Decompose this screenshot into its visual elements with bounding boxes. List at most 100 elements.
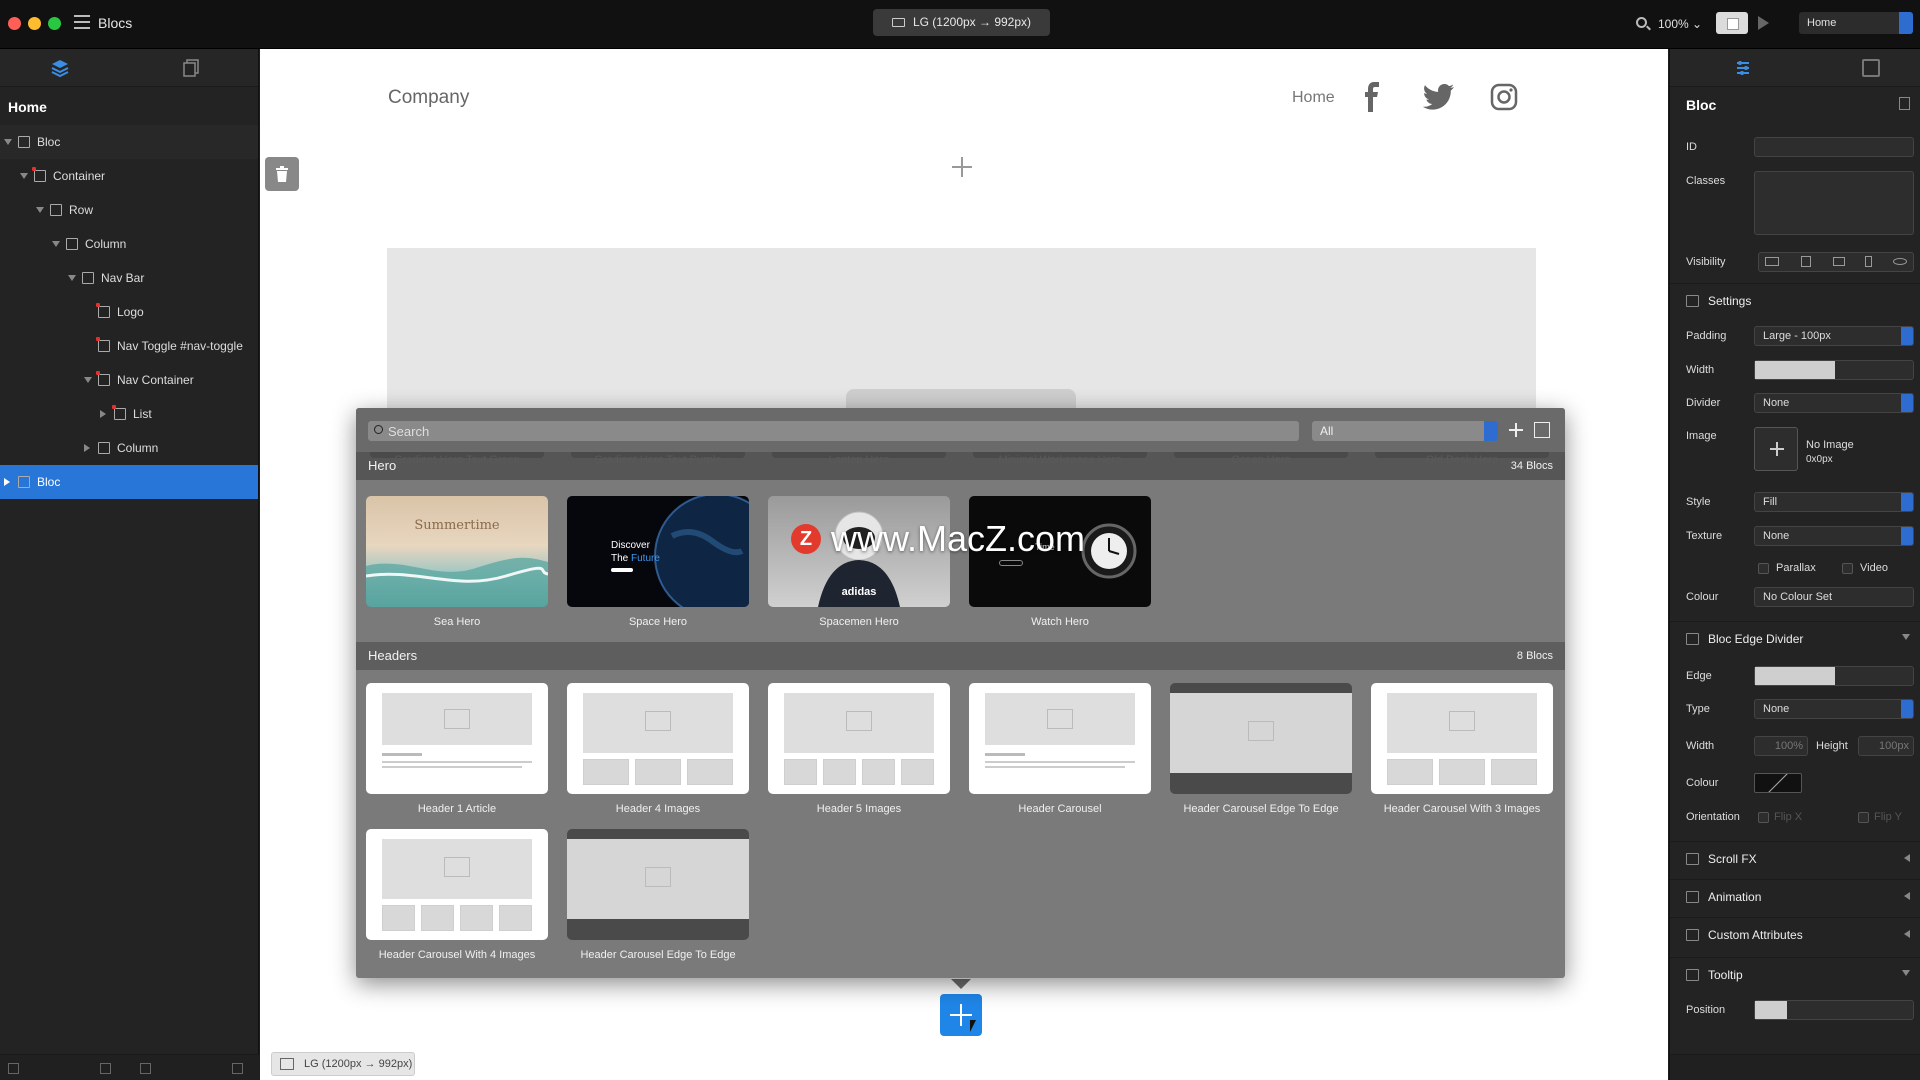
trash-icon[interactable] (1899, 97, 1910, 110)
id-input[interactable] (1754, 137, 1914, 157)
classes-input[interactable] (1754, 171, 1914, 235)
search-icon[interactable] (1636, 17, 1647, 28)
padding-select[interactable]: Large - 100px (1754, 326, 1914, 346)
row-icon[interactable] (140, 1063, 151, 1074)
layer-tree-item[interactable]: Logo (0, 295, 258, 329)
disclosure-open-icon[interactable] (68, 275, 76, 281)
tooltip-position-right[interactable] (1883, 1001, 1915, 1019)
settings-section-header[interactable]: Settings (1670, 283, 1920, 317)
bloc-card-header[interactable]: Header 4 Images (567, 683, 749, 815)
disclosure-closed-icon[interactable] (84, 444, 90, 452)
desktop-icon[interactable] (1765, 257, 1779, 266)
disclosure-open-icon[interactable] (4, 139, 12, 145)
width-toggle[interactable] (1754, 360, 1914, 380)
eye-icon[interactable] (1893, 258, 1907, 265)
list-view-icon[interactable] (1534, 422, 1550, 438)
layer-tree-item[interactable]: Container (0, 159, 258, 193)
breakpoint-badge[interactable]: LG (1200px → 992px) (271, 1052, 415, 1076)
tooltip-section-header[interactable]: Tooltip (1670, 957, 1920, 991)
window-maximize-button[interactable] (48, 17, 61, 30)
bloc-card-header[interactable]: Header Carousel With 3 Images (1371, 683, 1553, 815)
zoom-select[interactable]: 100% ⌄ (1658, 17, 1702, 31)
add-bloc-icon[interactable] (950, 155, 974, 179)
type-select[interactable]: None (1754, 699, 1914, 719)
tooltip-position-bottom[interactable] (1819, 1001, 1851, 1019)
layer-tree-item[interactable]: Row (0, 193, 258, 227)
bloc-card-header[interactable]: Header 1 Article (366, 683, 548, 815)
disclosure-open-icon[interactable] (36, 207, 44, 213)
stop-preview-button[interactable] (1716, 12, 1748, 34)
play-icon[interactable] (1758, 16, 1769, 30)
edge-top-option[interactable] (1755, 667, 1835, 685)
divider-colour-swatch[interactable] (1754, 773, 1802, 793)
layer-tree-item[interactable]: Column (0, 431, 258, 465)
image-picker[interactable] (1754, 427, 1798, 471)
animation-section-header[interactable]: Animation (1670, 879, 1920, 913)
disclosure-open-icon[interactable] (84, 377, 92, 383)
bloc-card-header[interactable]: Header Carousel With 4 Images (366, 829, 548, 961)
disclosure-open-icon[interactable] (20, 173, 28, 179)
bloc-card-header[interactable]: Header Carousel Edge To Edge (567, 829, 749, 961)
tablet-icon[interactable] (1801, 256, 1811, 267)
layer-tree-item[interactable]: List (0, 397, 258, 431)
sliders-icon[interactable] (1734, 59, 1752, 77)
page-select[interactable]: Home (1799, 12, 1913, 34)
nav-link-home[interactable]: Home (1292, 89, 1335, 107)
bloc-card-header[interactable]: Header Carousel Edge To Edge (1170, 683, 1352, 815)
library-filter-select[interactable]: All (1312, 421, 1498, 441)
layer-tree-item[interactable]: Nav Container (0, 363, 258, 397)
video-checkbox[interactable] (1842, 563, 1853, 574)
edge-divider-section-header[interactable]: Bloc Edge Divider (1670, 621, 1920, 655)
assets-icon[interactable] (1862, 59, 1880, 77)
list-icon[interactable] (8, 1063, 19, 1074)
bloc-card-space-hero[interactable]: Discover The Future Space Hero (567, 496, 749, 628)
parallax-checkbox[interactable] (1758, 563, 1769, 574)
divider-height-input[interactable]: 100px (1858, 736, 1914, 756)
layer-tree-item[interactable]: Bloc (0, 125, 258, 159)
edge-toggle[interactable] (1754, 666, 1914, 686)
library-search-input[interactable] (368, 421, 1299, 441)
bloc-card-spacemen-hero[interactable]: adidas Spacemen Hero (768, 496, 950, 628)
phone-icon[interactable] (1865, 256, 1872, 267)
tooltip-position-left[interactable] (1851, 1001, 1883, 1019)
instagram-icon[interactable] (1490, 83, 1518, 111)
layer-tree-item[interactable]: Nav Bar (0, 261, 258, 295)
bloc-card-sea-hero[interactable]: Summertime Sea Hero (366, 496, 548, 628)
column-icon[interactable] (100, 1063, 111, 1074)
disclosure-closed-icon[interactable] (100, 410, 106, 418)
disclosure-closed-icon[interactable] (4, 478, 10, 486)
window-close-button[interactable] (8, 17, 21, 30)
custom-attributes-section-header[interactable]: Custom Attributes (1670, 917, 1920, 951)
scroll-fx-section-header[interactable]: Scroll FX (1670, 841, 1920, 875)
texture-select[interactable]: None (1754, 526, 1914, 546)
layers-icon[interactable] (50, 58, 70, 78)
layer-tree-item[interactable]: Bloc (0, 465, 258, 499)
divider-width-input[interactable]: 100% (1754, 736, 1808, 756)
divider-select[interactable]: None (1754, 393, 1914, 413)
disclosure-open-icon[interactable] (52, 241, 60, 247)
width-contained-option[interactable] (1755, 361, 1835, 379)
brand-logo-text[interactable]: Company (388, 87, 469, 109)
bloc-card-watch-hero[interactable]: Time Watch Hero (969, 496, 1151, 628)
pages-icon[interactable] (183, 59, 199, 77)
window-minimize-button[interactable] (28, 17, 41, 30)
facebook-icon[interactable] (1360, 81, 1384, 113)
tooltip-position-none[interactable] (1755, 1001, 1787, 1019)
flip-y-checkbox[interactable] (1858, 812, 1869, 823)
style-select[interactable]: Fill (1754, 492, 1914, 512)
trash-icon[interactable] (232, 1063, 243, 1074)
bloc-card-header[interactable]: Header 5 Images (768, 683, 950, 815)
layer-tree-item[interactable]: Column (0, 227, 258, 261)
flip-x-checkbox[interactable] (1758, 812, 1769, 823)
twitter-icon[interactable] (1423, 83, 1455, 111)
layer-tree-item[interactable]: Nav Toggle #nav-toggle (0, 329, 258, 363)
tablet-landscape-icon[interactable] (1833, 257, 1845, 266)
tooltip-position-top[interactable] (1787, 1001, 1819, 1019)
tooltip-position-toggle[interactable] (1754, 1000, 1914, 1020)
breakpoint-button[interactable]: LG (1200px → 992px) (873, 9, 1050, 36)
bloc-card-header[interactable]: Header Carousel (969, 683, 1151, 815)
add-icon[interactable] (1508, 422, 1524, 438)
visibility-toggles[interactable] (1758, 252, 1914, 272)
hamburger-menu-icon[interactable] (74, 15, 90, 29)
delete-bloc-button[interactable] (265, 157, 299, 191)
